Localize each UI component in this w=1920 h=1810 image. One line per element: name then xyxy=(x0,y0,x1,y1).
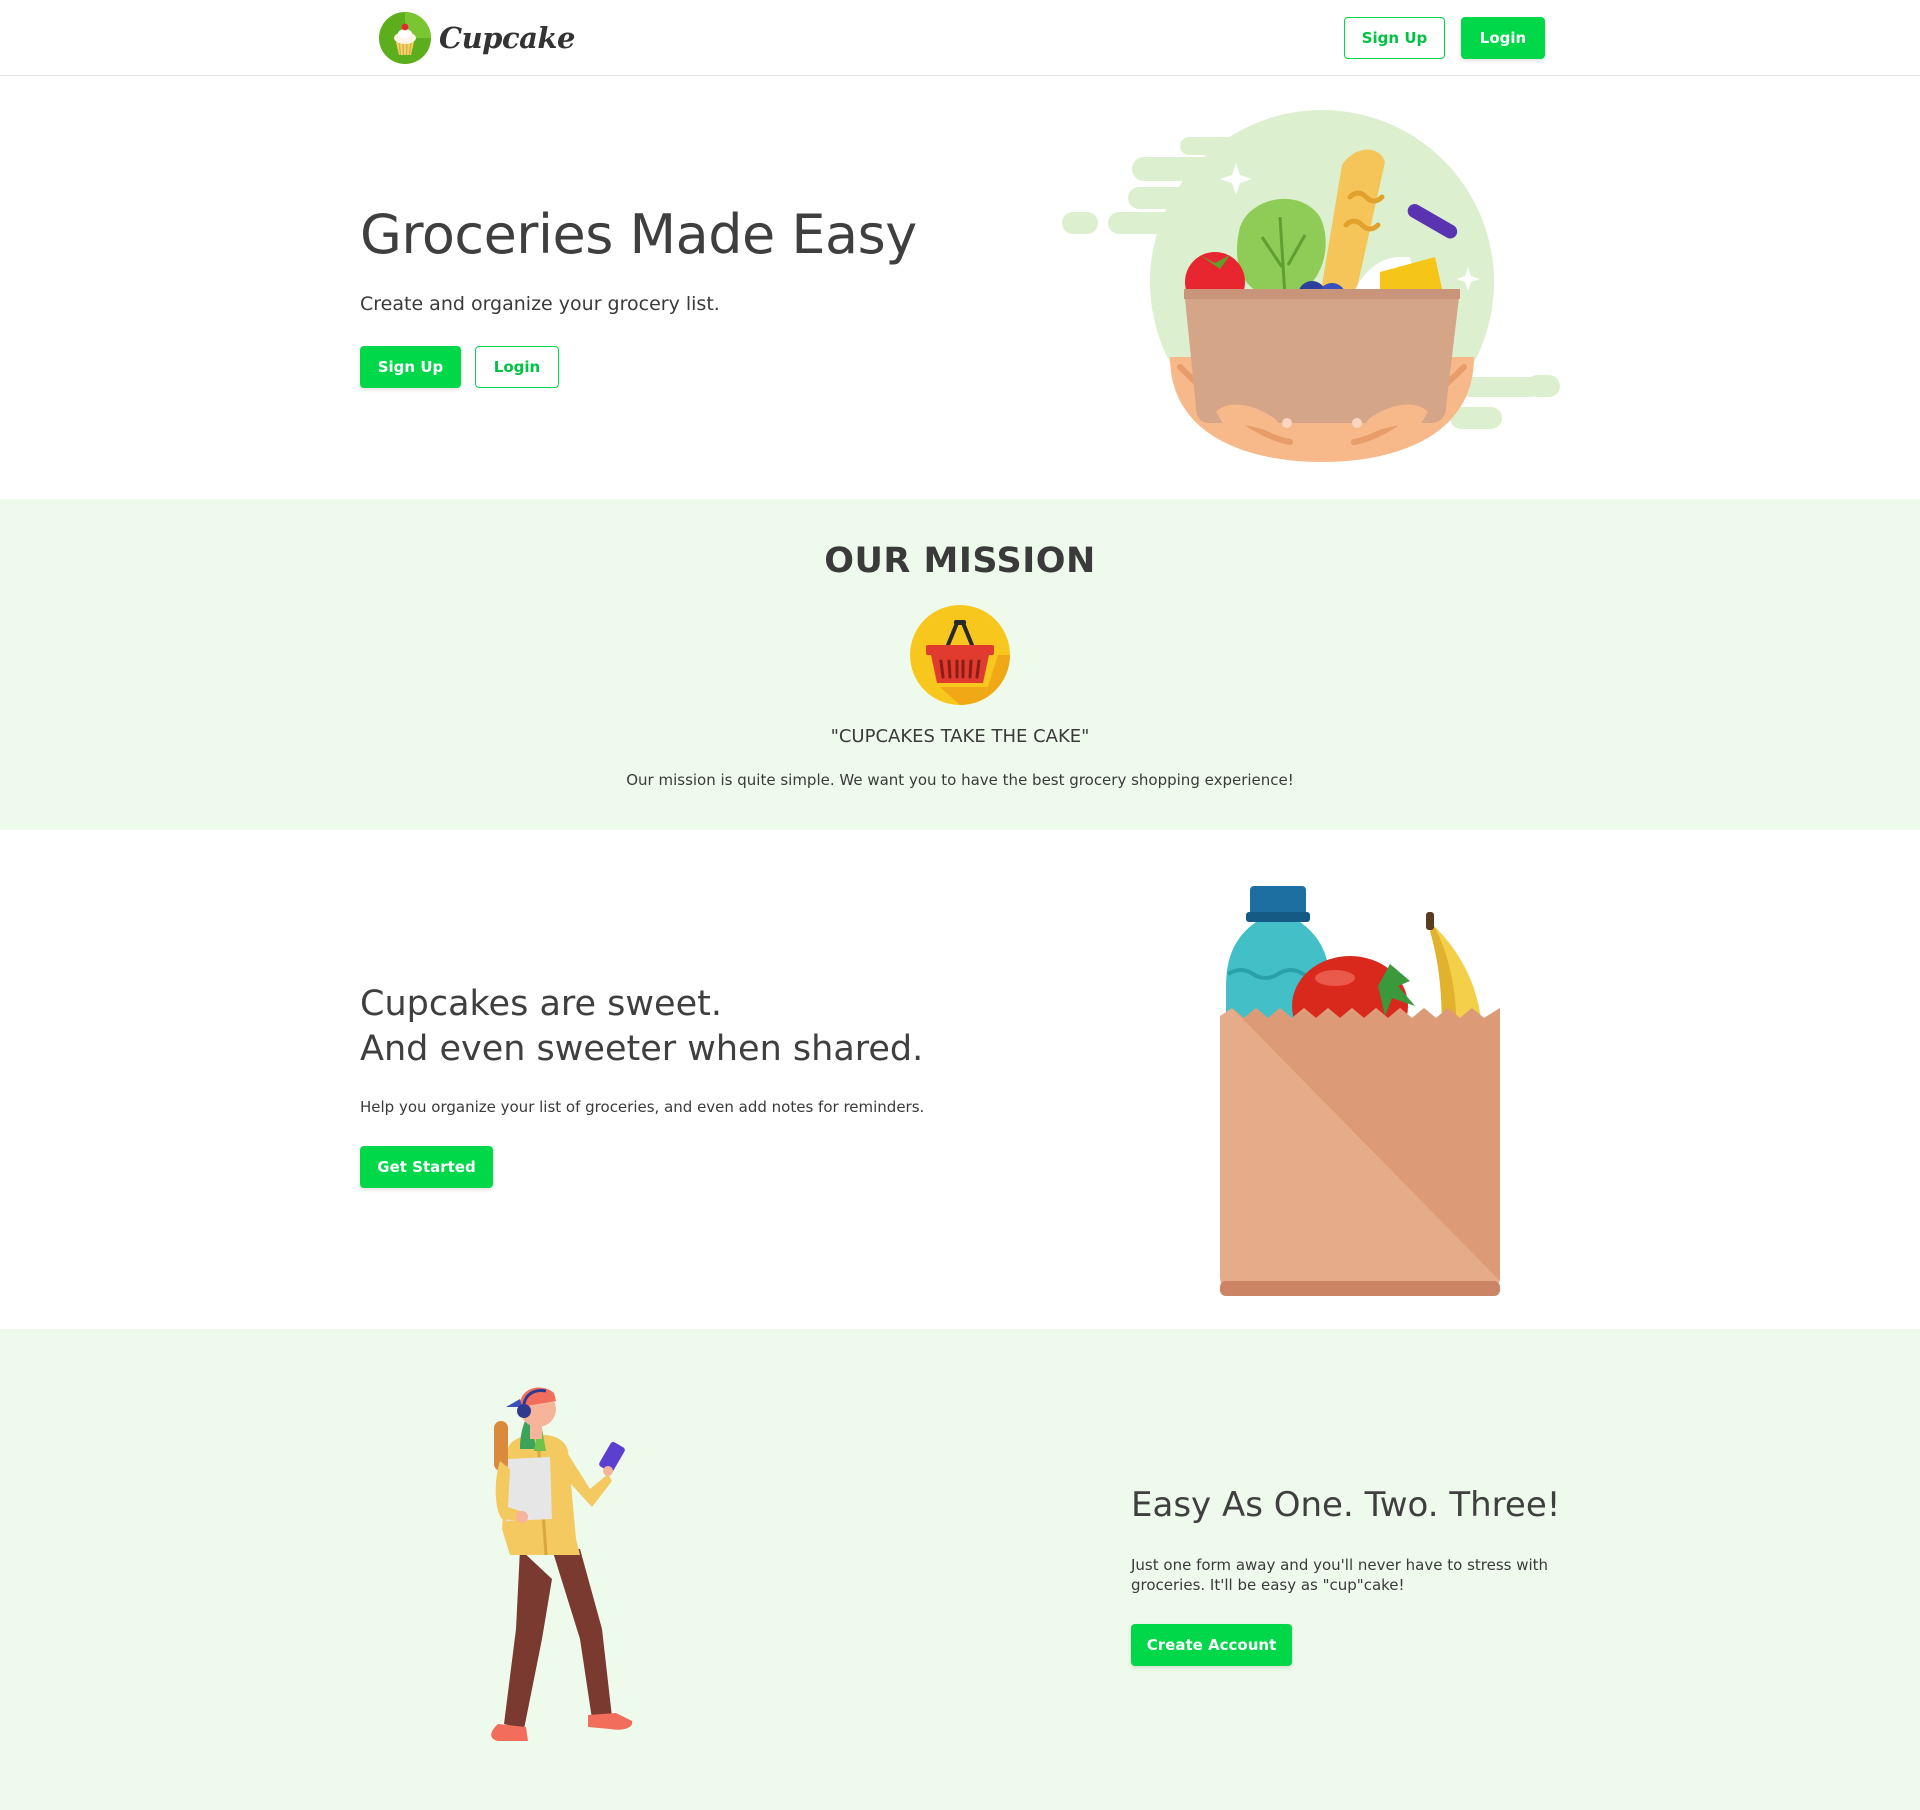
sweet-title: Cupcakes are sweet. And even sweeter whe… xyxy=(360,982,923,1072)
brand-link[interactable]: Cupcake xyxy=(379,12,575,64)
get-started-button[interactable]: Get Started xyxy=(360,1146,493,1188)
hero-section: Groceries Made Easy Create and organize … xyxy=(0,77,1920,499)
grocery-bag-hands-illustration xyxy=(1062,110,1560,462)
create-account-button[interactable]: Create Account xyxy=(1131,1624,1292,1666)
nav-login-button[interactable]: Login xyxy=(1461,17,1545,59)
mission-text: Our mission is quite simple. We want you… xyxy=(626,771,1294,789)
easy-text: Just one form away and you'll never have… xyxy=(1131,1556,1549,1594)
sweet-section: Cupcakes are sweet. And even sweeter whe… xyxy=(0,830,1920,1329)
sweet-title-line1: Cupcakes are sweet. xyxy=(360,984,722,1024)
hero-buttons: Sign Up Login xyxy=(360,346,559,388)
hero-login-button[interactable]: Login xyxy=(475,346,559,388)
cupcake-logo-icon xyxy=(379,12,431,64)
easy-title: Easy As One. Two. Three! xyxy=(1131,1485,1561,1525)
nav-actions: Sign Up Login xyxy=(1344,17,1545,59)
mission-section: OUR MISSION "CUPCAKES TAKE THE CAKE" Our… xyxy=(0,499,1920,830)
woman-with-groceries-illustration xyxy=(491,1387,633,1741)
sweet-text: Help you organize your list of groceries… xyxy=(360,1098,925,1116)
sweet-title-line2: And even sweeter when shared. xyxy=(360,1029,924,1069)
hero-title: Groceries Made Easy xyxy=(360,203,917,266)
paper-bag-illustration xyxy=(1220,886,1500,1296)
brand-name: Cupcake xyxy=(439,21,575,55)
mission-title: OUR MISSION xyxy=(824,541,1096,581)
easy-section: Easy As One. Two. Three! Just one form a… xyxy=(0,1329,1920,1810)
navbar: Cupcake Sign Up Login xyxy=(0,0,1920,76)
hero-subtitle: Create and organize your grocery list. xyxy=(360,293,720,315)
hero-signup-button[interactable]: Sign Up xyxy=(360,346,461,388)
mission-quote: "CUPCAKES TAKE THE CAKE" xyxy=(830,726,1090,747)
nav-signup-button[interactable]: Sign Up xyxy=(1344,17,1445,59)
basket-icon xyxy=(910,605,1010,705)
